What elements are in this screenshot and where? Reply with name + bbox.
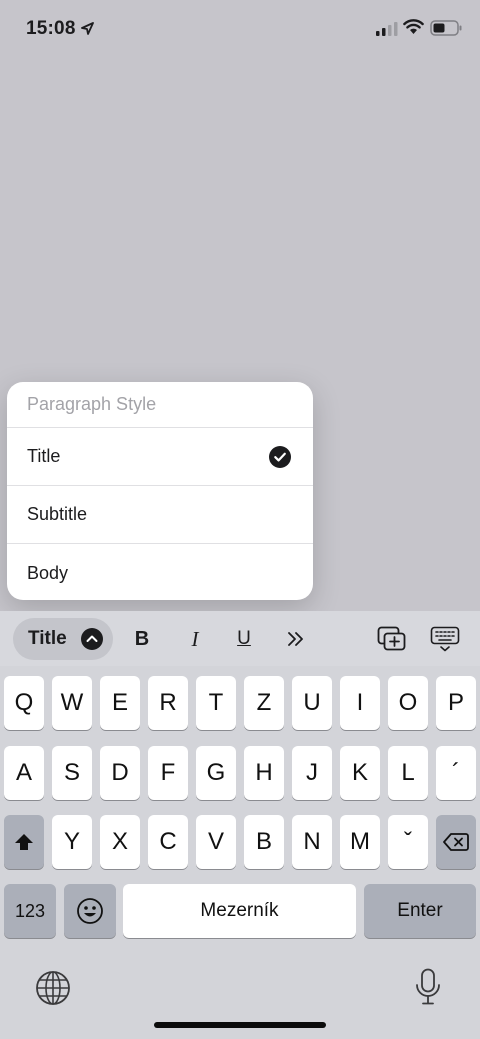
delete-key[interactable]	[436, 815, 476, 869]
key[interactable]: C	[148, 815, 188, 869]
insert-button[interactable]	[376, 624, 408, 654]
insert-media-icon	[377, 626, 406, 651]
key[interactable]: H	[244, 746, 284, 800]
key[interactable]: E	[100, 676, 140, 730]
chevron-up-icon	[81, 628, 103, 650]
key[interactable]: Y	[52, 815, 92, 869]
italic-button[interactable]: I	[184, 624, 206, 654]
key[interactable]: F	[148, 746, 188, 800]
more-formats-button[interactable]	[283, 624, 309, 654]
key[interactable]: J	[292, 746, 332, 800]
key[interactable]: Z	[244, 676, 284, 730]
status-time: 15:08	[26, 18, 76, 39]
format-toolbar: Title B I U	[0, 611, 480, 666]
key[interactable]: B	[244, 815, 284, 869]
key[interactable]: ˇ	[388, 815, 428, 869]
keyboard: Q W E R T Z U I O P A S D F G H J K L ´ …	[0, 666, 480, 1039]
emoji-icon	[77, 898, 103, 924]
key[interactable]: A	[4, 746, 44, 800]
menu-item-label: Subtitle	[27, 504, 88, 524]
underline-button[interactable]: U	[232, 624, 256, 654]
menu-item-label: Title	[27, 446, 61, 466]
enter-key[interactable]: Enter	[364, 884, 476, 938]
backspace-icon	[443, 833, 469, 851]
key[interactable]: X	[100, 815, 140, 869]
cellular-signal-icon	[376, 22, 398, 36]
bold-button[interactable]: B	[131, 624, 153, 654]
key[interactable]: I	[340, 676, 380, 730]
menu-header: Paragraph Style	[7, 382, 313, 428]
menu-item-subtitle[interactable]: Subtitle	[7, 486, 313, 544]
key[interactable]: P	[436, 676, 476, 730]
emoji-key[interactable]	[64, 884, 116, 938]
location-arrow-icon	[81, 22, 94, 35]
double-chevron-right-icon	[288, 632, 303, 646]
battery-icon	[430, 20, 462, 36]
microphone-icon[interactable]	[414, 968, 442, 1006]
key[interactable]: ´	[436, 746, 476, 800]
menu-item-title[interactable]: Title	[7, 428, 313, 486]
shift-icon	[15, 834, 33, 850]
paragraph-style-button[interactable]: Title	[13, 618, 113, 660]
wifi-icon	[403, 19, 424, 34]
key[interactable]: Q	[4, 676, 44, 730]
dismiss-keyboard-button[interactable]	[430, 624, 460, 654]
status-bar: 15:08	[0, 0, 480, 58]
paragraph-style-label: Title	[28, 628, 67, 649]
key[interactable]: O	[388, 676, 428, 730]
key[interactable]: M	[340, 815, 380, 869]
key[interactable]: D	[100, 746, 140, 800]
menu-item-label: Body	[27, 562, 69, 583]
key[interactable]: G	[196, 746, 236, 800]
key[interactable]: V	[196, 815, 236, 869]
key[interactable]: T	[196, 676, 236, 730]
key[interactable]: W	[52, 676, 92, 730]
space-key[interactable]: Mezerník	[123, 884, 356, 938]
numbers-key[interactable]: 123	[4, 884, 56, 938]
paragraph-style-menu: Paragraph Style Title Subtitle Body	[7, 382, 313, 600]
checkmark-icon	[269, 445, 291, 468]
globe-icon[interactable]	[35, 970, 71, 1006]
key[interactable]: S	[52, 746, 92, 800]
key[interactable]: L	[388, 746, 428, 800]
key[interactable]: U	[292, 676, 332, 730]
key[interactable]: R	[148, 676, 188, 730]
keyboard-dismiss-icon	[430, 626, 460, 652]
key[interactable]: K	[340, 746, 380, 800]
shift-key[interactable]	[4, 815, 44, 869]
key[interactable]: N	[292, 815, 332, 869]
home-indicator[interactable]	[154, 1022, 326, 1028]
menu-item-body[interactable]: Body	[7, 544, 313, 600]
